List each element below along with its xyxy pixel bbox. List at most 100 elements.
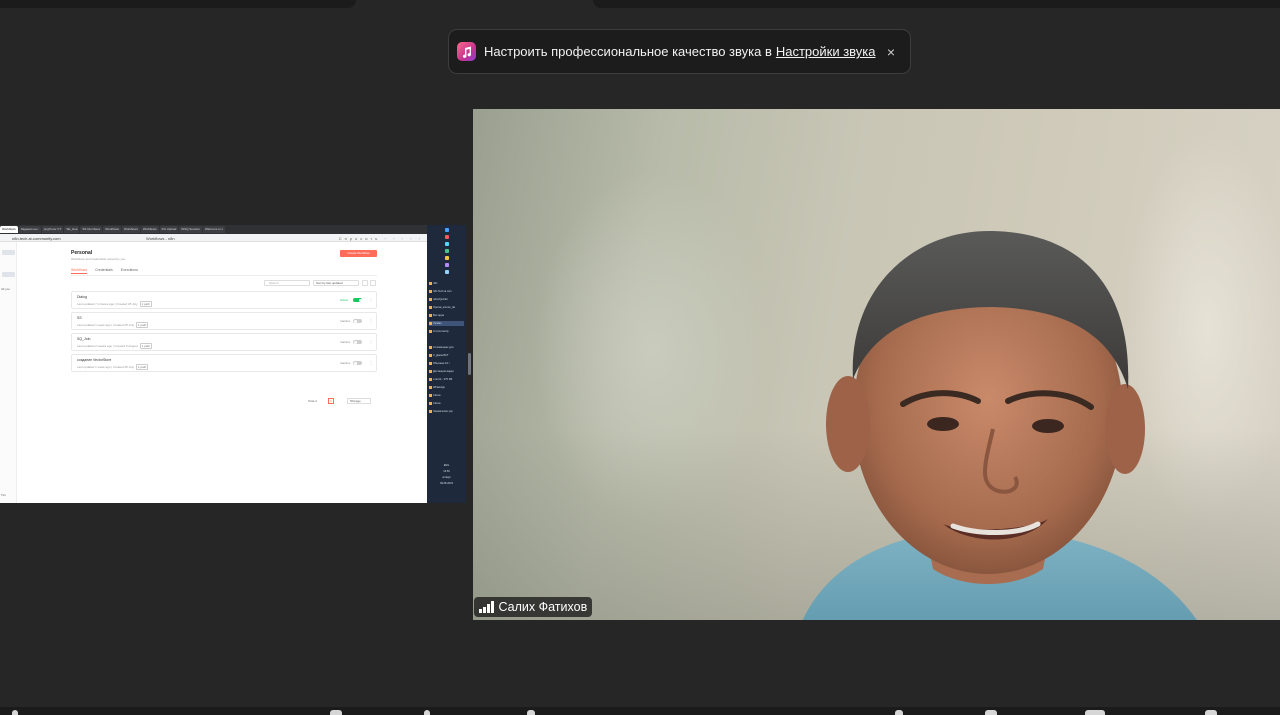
active-toggle[interactable] [353,340,362,344]
active-toggle[interactable] [353,361,362,365]
start-icon[interactable] [445,228,449,232]
workflow-card[interactable]: Dialog Last updated 7 minutes ago | Crea… [71,291,377,309]
control-icon[interactable] [1205,710,1217,715]
create-workflow-button[interactable]: Create Workflow [340,250,377,257]
workspace-subtitle: Workflows and credentials owned by you [71,257,126,261]
workflow-meta-text: Last updated 1 week ago | Created 25 Jul… [77,323,134,327]
taskbar-item-selected[interactable]: Yandex [429,321,464,326]
tab-executions[interactable]: Executions [121,268,138,274]
pager-size-select[interactable]: 50/page [347,398,371,404]
tab-credentials[interactable]: Credentials [95,268,113,274]
browser-tab[interactable]: KG Upload [159,226,179,233]
close-icon[interactable]: × [882,44,900,60]
taskbar-item[interactable]: WhatsApp [429,385,464,390]
filter-icon[interactable] [362,280,368,286]
workflow-meta-text: Last updated 2 weeks ago | Created 5 Aug… [77,344,138,348]
taskbar-item[interactable]: Обычные 10 г [429,361,464,366]
control-icon[interactable] [1085,710,1105,715]
tray-time[interactable]: 16:50 [429,469,464,474]
participant-name: Салих Фатихов [498,600,588,614]
app-icon[interactable] [445,256,449,260]
more-options-icon[interactable]: ⋮ [369,360,373,365]
app-icon[interactable] [445,242,449,246]
control-icon[interactable] [527,710,535,715]
pager-total: Total 4 [308,399,317,403]
more-options-icon[interactable]: ⋮ [369,318,373,323]
workflow-meta: Last updated 7 minutes ago | Created 25 … [77,301,152,307]
more-options-icon[interactable]: ⋮ [369,339,373,344]
taskbar-item[interactable]: rebin/Quizlet [429,297,464,302]
browser-tab[interactable]: Задания на г [18,226,41,233]
active-toggle[interactable] [353,319,362,323]
workflow-card[interactable]: создание VectorStore Last updated 1 week… [71,354,377,372]
tray-language[interactable]: ENG [429,463,464,468]
browser-tab[interactable]: Workflows [0,226,18,233]
n8n-page: All you Tim Personal Workflows and crede… [0,242,427,503]
browser-tab[interactable]: Workflows [140,226,159,233]
app-icon[interactable] [445,249,449,253]
tray-date: 09.08.2023 [440,482,453,485]
more-options-icon[interactable]: ⋮ [369,297,373,302]
taskbar-item[interactable]: c-tie bit - 375 KB [429,377,464,382]
workflow-tag: 1 path [135,322,149,328]
taskbar-item[interactable]: Canva [429,401,464,406]
taskbar-item[interactable]: AI community [429,329,464,334]
browser-tab[interactable]: Workflows [103,226,122,233]
sidebar-hint: All you [1,287,11,291]
workflow-status: Active [340,298,349,302]
workflow-meta: Last updated 2 weeks ago | Created 5 Aug… [77,343,152,349]
taskbar-item[interactable]: AI помощник для [429,345,464,350]
shared-screen: Workflows Задания на г pngTuner CT SE_Но… [0,225,466,503]
workflow-card[interactable]: SS Last updated 1 week ago | Created 25 … [71,312,377,330]
sidebar-add-button[interactable] [2,250,15,255]
browser-tab[interactable]: Welcome to c [202,226,226,233]
pager-page-button[interactable]: 1 [328,398,334,404]
search-input[interactable]: Search [264,280,310,286]
workflow-meta: Last updated 1 week ago | Created 25 Jul… [77,364,149,370]
browser-tab[interactable]: pngTuner CT [41,226,64,233]
sidebar-item[interactable] [2,272,15,277]
workflow-card[interactable]: SQ_Join Last updated 2 weeks ago | Creat… [71,333,377,351]
browser-tab[interactable]: Workflows [122,226,140,233]
taskbar-item[interactable]: Openai_source_da [429,305,464,310]
app-icon[interactable] [445,263,449,267]
taskbar-item[interactable]: Дистанция видео [429,369,464,374]
browser-tab-bar: Workflows Задания на г pngTuner CT SE_Но… [0,225,427,234]
tabs-divider [71,275,377,276]
share-button[interactable]: Спросить [339,236,381,241]
view-icon[interactable] [370,280,376,286]
browser-tab[interactable]: SS NumSesv [80,226,103,233]
taskbar-item[interactable]: n8n [429,281,464,286]
participant-name-tag: Салих Фатихов [474,597,593,617]
workflow-status: Inactive [340,340,351,344]
audio-settings-link[interactable]: Настройки звука [776,44,876,59]
workflow-tag: 1 path [135,364,149,370]
n8n-sidebar: All you Tim [0,242,17,503]
control-icon[interactable] [985,710,997,715]
browser-tab[interactable]: WSQ Session [179,226,202,233]
active-toggle[interactable] [353,298,362,302]
workflow-meta-text: Last updated 7 minutes ago | Created 25 … [77,302,138,306]
app-icon[interactable] [445,235,449,239]
app-icon[interactable] [445,270,449,274]
sort-select[interactable]: Sort by last updated [313,280,359,286]
workflow-meta-text: Last updated 1 week ago | Created 25 Jul… [77,365,134,369]
control-icon[interactable] [895,710,903,715]
browser-tab[interactable]: SE_Нов [64,226,80,233]
control-icon[interactable] [330,710,342,715]
control-icon[interactable] [424,710,430,715]
taskbar-item[interactable]: С_Днем ВСТ [429,353,464,358]
url-field[interactable]: n8n.tech.ai-community.com [12,236,61,241]
taskbar-item[interactable]: n8n Tech ai com [429,289,464,294]
participant-figure [802,230,1197,620]
scrollbar[interactable] [468,353,471,375]
music-note-icon [457,42,476,61]
workflow-name: SS [77,316,82,320]
taskbar-item[interactable]: Canva [429,393,464,398]
tab-workflows[interactable]: Workflows [71,268,88,274]
control-icon[interactable] [12,710,18,715]
signal-strength-icon [479,601,494,613]
taskbar-item[interactable]: Химмически упр [429,409,464,414]
page-title: Workflows - n8n [146,236,175,241]
taskbar-item[interactable]: Box.appa [429,313,464,318]
